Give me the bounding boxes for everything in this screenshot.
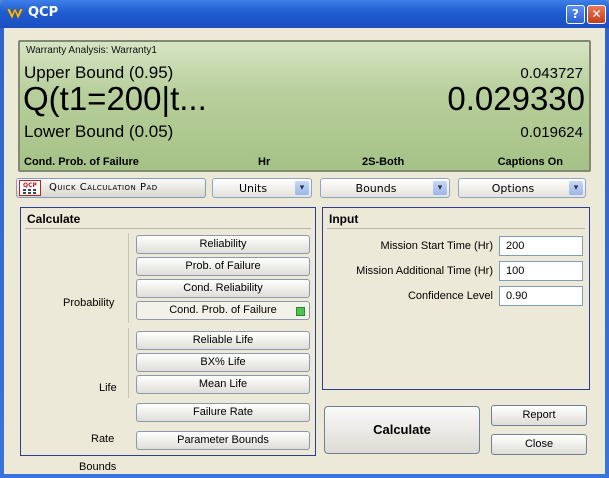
divider bbox=[128, 233, 129, 323]
lower-bound-label: Lower Bound (0.05) bbox=[24, 122, 174, 141]
units-label: Units bbox=[238, 182, 268, 195]
failure-rate-button[interactable]: Failure Rate bbox=[136, 403, 310, 422]
mission-additional-label: Mission Additional Time (Hr) bbox=[356, 265, 493, 277]
close-icon[interactable]: ✕ bbox=[587, 5, 606, 24]
qcp-badge-icon: QCP bbox=[19, 180, 41, 196]
app-logo-icon bbox=[6, 7, 24, 20]
divider bbox=[327, 228, 585, 229]
cond-prob-of-failure-button[interactable]: Cond. Prob. of Failure bbox=[136, 301, 310, 320]
mission-start-field[interactable]: 200 bbox=[499, 236, 583, 256]
confidence-level-label: Confidence Level bbox=[407, 290, 493, 302]
prob-of-failure-button[interactable]: Prob. of Failure bbox=[136, 257, 310, 276]
calculate-panel: Calculate Probability Life Rate Bounds R… bbox=[20, 207, 316, 473]
mission-additional-field[interactable]: 100 bbox=[499, 261, 583, 281]
title-bar[interactable]: QCP ? ✕ bbox=[0, 0, 609, 28]
probability-label: Probability bbox=[63, 297, 115, 309]
client-area: Warranty Analysis: Warranty1 Upper Bound… bbox=[4, 28, 605, 474]
pad-label: Quick Calculation Pad bbox=[49, 182, 158, 193]
bounds-dropdown[interactable]: Bounds ▾ bbox=[320, 178, 450, 198]
status-units: Hr bbox=[258, 156, 271, 168]
life-label: Life bbox=[99, 382, 117, 394]
cond-reliability-button[interactable]: Cond. Reliability bbox=[136, 279, 310, 298]
window-title: QCP bbox=[28, 5, 59, 20]
units-dropdown[interactable]: Units ▾ bbox=[212, 178, 312, 198]
status-captions: Captions On bbox=[497, 156, 563, 168]
mission-start-label: Mission Start Time (Hr) bbox=[380, 240, 493, 252]
analysis-name: Warranty Analysis: Warranty1 bbox=[26, 45, 157, 56]
help-icon[interactable]: ? bbox=[566, 5, 585, 24]
reliable-life-button[interactable]: Reliable Life bbox=[136, 331, 310, 350]
bounds-label: Bounds bbox=[355, 182, 397, 195]
bx-life-button[interactable]: BX% Life bbox=[136, 353, 310, 372]
rate-label: Rate bbox=[91, 433, 115, 445]
status-metric: Cond. Prob. of Failure bbox=[24, 156, 139, 168]
chevron-down-icon: ▾ bbox=[295, 181, 309, 195]
options-dropdown[interactable]: Options ▾ bbox=[458, 178, 586, 198]
divider bbox=[128, 328, 129, 398]
chevron-down-icon: ▾ bbox=[569, 181, 583, 195]
result-display: Warranty Analysis: Warranty1 Upper Bound… bbox=[18, 40, 591, 172]
qcp-window: QCP ? ✕ Warranty Analysis: Warranty1 Upp… bbox=[0, 0, 609, 478]
reliability-button[interactable]: Reliability bbox=[136, 235, 310, 254]
divider bbox=[25, 228, 311, 229]
bounds-group-label: Bounds bbox=[79, 461, 117, 473]
parameter-bounds-button[interactable]: Parameter Bounds bbox=[136, 431, 310, 450]
cond-prob-of-failure-label: Cond. Prob. of Failure bbox=[169, 304, 277, 316]
chevron-down-icon: ▾ bbox=[433, 181, 447, 195]
confidence-level-field[interactable]: 0.90 bbox=[499, 286, 583, 306]
lower-bound-value: 0.019624 bbox=[520, 124, 583, 141]
result-value: 0.029330 bbox=[447, 80, 585, 117]
mean-life-button[interactable]: Mean Life bbox=[136, 375, 310, 394]
close-button[interactable]: Close bbox=[491, 434, 587, 455]
quick-calculation-pad-button[interactable]: QCP Quick Calculation Pad bbox=[16, 178, 206, 198]
result-label: Q(t1=200|t... bbox=[23, 80, 207, 117]
options-label: Options bbox=[491, 182, 535, 195]
svg-text:QCP: QCP bbox=[23, 182, 38, 189]
input-title: Input bbox=[329, 212, 359, 226]
input-panel: Input Mission Start Time (Hr) 200 Missio… bbox=[322, 207, 590, 390]
calculate-button[interactable]: Calculate bbox=[324, 406, 480, 454]
report-button[interactable]: Report bbox=[491, 405, 587, 426]
calculate-title: Calculate bbox=[27, 212, 81, 226]
selected-indicator-icon bbox=[296, 307, 305, 316]
status-bounds: 2S-Both bbox=[362, 156, 405, 168]
